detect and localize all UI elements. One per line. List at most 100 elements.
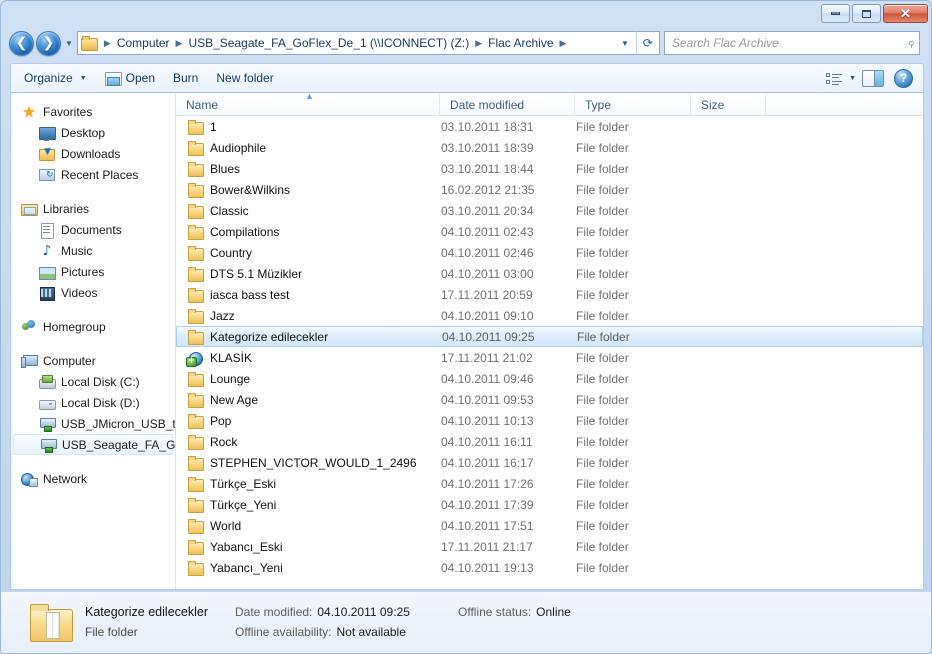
cell-date-modified: 04.10.2011 02:43: [441, 224, 534, 239]
cell-type: File folder: [576, 119, 629, 134]
sidebar-item-pictures[interactable]: Pictures: [11, 261, 175, 282]
organize-label: Organize: [24, 71, 73, 85]
table-row[interactable]: 1 03.10.2011 18:31 File folder: [176, 116, 923, 137]
column-header-size[interactable]: Size: [691, 93, 766, 116]
maximize-button[interactable]: [852, 4, 881, 23]
new-folder-button[interactable]: New folder: [207, 66, 282, 90]
sidebar-item-usb-seagate[interactable]: USB_Seagate_FA_Go: [13, 434, 175, 455]
table-row[interactable]: iasca bass test 17.11.2011 20:59 File fold…: [176, 284, 923, 305]
table-row[interactable]: DTS 5.1 Müzikler 04.10.2011 03:00 File fol…: [176, 263, 923, 284]
breadcrumb[interactable]: ▶ Computer ▶ USB_Seagate_FA_GoFlex_De_1 …: [76, 31, 614, 55]
cell-name: Yabancı_Eski: [176, 539, 440, 555]
videos-icon: [39, 285, 55, 301]
sidebar-item-recent-places[interactable]: Recent Places: [11, 164, 175, 185]
sidebar-group-homegroup[interactable]: Homegroup: [11, 316, 175, 337]
cell-type: File folder: [576, 245, 629, 260]
table-row[interactable]: Yabancı_Eski 17.11.2011 21:17 File folder: [176, 536, 923, 557]
cell-type: File folder: [576, 140, 629, 155]
sidebar-label: Favorites: [43, 104, 93, 119]
sidebar-group-favorites[interactable]: ★ Favorites: [11, 101, 175, 122]
file-list-pane[interactable]: Name ▲ Date modified Type Size 1 03.10.20…: [176, 93, 923, 589]
change-view-button[interactable]: ▼: [820, 66, 862, 90]
folder-icon: [187, 119, 204, 135]
sidebar-label: Local Disk (C:): [61, 374, 140, 389]
table-row[interactable]: Jazz 04.10.2011 09:10 File folder: [176, 305, 923, 326]
table-row[interactable]: Yabancı_Yeni 04.10.2011 19:13 File folder: [176, 557, 923, 578]
preview-pane-button[interactable]: [862, 69, 884, 87]
folder-icon: [187, 455, 204, 471]
minimize-button[interactable]: [821, 4, 850, 23]
sidebar-item-music[interactable]: ♪ Music: [11, 240, 175, 261]
cell-type: File folder: [576, 350, 629, 365]
arrow-right-icon: ❯: [42, 35, 55, 51]
column-header-name[interactable]: Name ▲: [176, 93, 440, 116]
column-header-date-modified[interactable]: Date modified: [440, 93, 575, 116]
table-row[interactable]: Bower&Wilkins 16.02.2012 21:35 File folder: [176, 179, 923, 200]
table-row[interactable]: Country 04.10.2011 02:46 File folder: [176, 242, 923, 263]
breadcrumb-separator: ▶: [475, 37, 483, 48]
burn-button[interactable]: Burn: [164, 66, 207, 90]
sidebar-group-libraries[interactable]: Libraries: [11, 198, 175, 219]
details-offline-status: Offline status: Online: [458, 605, 658, 620]
table-row[interactable]: Pop 04.10.2011 10:13 File folder: [176, 410, 923, 431]
search-input[interactable]: Search Flac Archive ⌕: [663, 31, 920, 55]
open-button[interactable]: Open: [96, 66, 164, 90]
table-row[interactable]: Türkçe_Yeni 04.10.2011 17:39 File folder: [176, 494, 923, 515]
sidebar-item-local-disk-d[interactable]: Local Disk (D:): [11, 392, 175, 413]
cell-date-modified: 17.11.2011 21:02: [441, 350, 533, 365]
navigation-pane[interactable]: ★ Favorites Desktop Downloads Recent Pla…: [11, 93, 176, 589]
column-headers: Name ▲ Date modified Type Size: [176, 93, 923, 116]
cell-type: File folder: [576, 182, 629, 197]
table-row[interactable]: STEPHEN_VICTOR_WOULD_1_2496 04.10.2011 16…: [176, 452, 923, 473]
sidebar-item-local-disk-c[interactable]: Local Disk (C:): [11, 371, 175, 392]
column-header-type[interactable]: Type: [575, 93, 691, 116]
organize-button[interactable]: Organize ▼: [15, 66, 96, 90]
sidebar-item-usb-jmicron[interactable]: USB_JMicron_USB_to: [11, 413, 175, 434]
back-button[interactable]: ❮: [9, 30, 34, 56]
table-row[interactable]: + KLASİK 17.11.2011 21:02 File folder: [176, 347, 923, 368]
table-row[interactable]: New Age 04.10.2011 09:53 File folder: [176, 389, 923, 410]
sidebar-label: Computer: [43, 353, 96, 368]
sidebar-item-videos[interactable]: Videos: [11, 282, 175, 303]
sidebar-item-downloads[interactable]: Downloads: [11, 143, 175, 164]
file-name-label: Yabancı_Yeni: [210, 560, 283, 575]
table-row[interactable]: Classic 03.10.2011 20:34 File folder: [176, 200, 923, 221]
recent-pages-dropdown[interactable]: ▼: [65, 39, 73, 48]
forward-button[interactable]: ❯: [36, 30, 61, 56]
maximize-icon: [862, 9, 871, 18]
star-icon: ★: [22, 102, 36, 121]
table-row[interactable]: Lounge 04.10.2011 09:46 File folder: [176, 368, 923, 389]
breadcrumb-item-drive[interactable]: USB_Seagate_FA_GoFlex_De_1 (\\ICONNECT) …: [186, 36, 471, 50]
navigation-buttons: ❮ ❯ ▼: [9, 30, 77, 56]
table-row[interactable]: Türkçe_Eski 04.10.2011 17:26 File folder: [176, 473, 923, 494]
file-name-label: 1: [210, 119, 217, 134]
sidebar-group-network[interactable]: Network: [11, 468, 175, 489]
sidebar-label: Libraries: [43, 201, 90, 216]
close-button[interactable]: ✕: [883, 4, 928, 23]
details-subtitle: File folder: [85, 625, 138, 639]
breadcrumb-item-flac-archive[interactable]: Flac Archive: [486, 36, 555, 50]
table-row[interactable]: Audiophile 03.10.2011 18:39 File folder: [176, 137, 923, 158]
table-row[interactable]: Blues 03.10.2011 18:44 File folder: [176, 158, 923, 179]
refresh-button[interactable]: ⟳: [635, 31, 660, 55]
address-dropdown-button[interactable]: ▼: [613, 31, 636, 55]
sidebar-item-documents[interactable]: Documents: [11, 219, 175, 240]
table-row[interactable]: Kategorize edilecekler 04.10.2011 09:25 Fi…: [176, 326, 923, 347]
cell-name: Lounge: [176, 371, 440, 387]
cell-type: File folder: [576, 203, 629, 218]
help-button[interactable]: ?: [894, 68, 913, 88]
breadcrumb-item-computer[interactable]: Computer: [115, 36, 172, 50]
folder-icon: [187, 308, 204, 324]
breadcrumb-separator: ▶: [559, 37, 567, 48]
sidebar-group-computer[interactable]: Computer: [11, 350, 175, 371]
table-row[interactable]: Compilations 04.10.2011 02:43 File folder: [176, 221, 923, 242]
table-row[interactable]: Rock 04.10.2011 16:11 File folder: [176, 431, 923, 452]
cell-name: DTS 5.1 Müzikler: [176, 266, 440, 282]
table-row[interactable]: World 04.10.2011 17:51 File folder: [176, 515, 923, 536]
sidebar-item-desktop[interactable]: Desktop: [11, 122, 175, 143]
refresh-icon: ⟳: [642, 36, 653, 50]
details-status: Offline status: Online: [458, 605, 658, 620]
chevron-down-icon: ▼: [79, 74, 87, 82]
cell-date-modified: 04.10.2011 16:11: [441, 434, 533, 449]
cell-type: File folder: [576, 476, 629, 491]
